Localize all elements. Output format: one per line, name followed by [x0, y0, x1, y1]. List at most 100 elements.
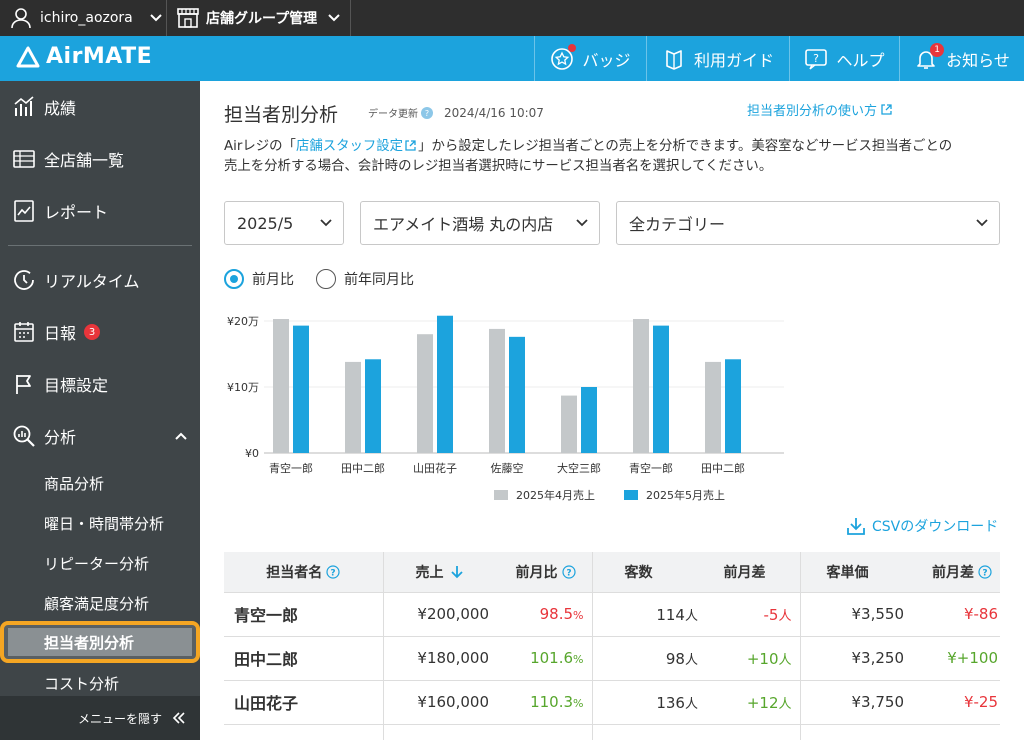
sidebar-label: 全店舗一覧 [44, 151, 125, 170]
radio-prev-year[interactable]: 前年同月比 [316, 269, 414, 289]
x-tick-label: 青空一郎 [629, 461, 673, 475]
update-label: データ更新 [368, 109, 418, 120]
sidebar-item-daily[interactable]: 日報 3 [0, 306, 200, 358]
cell-unit-price: ¥3,750 [799, 680, 910, 725]
clock-icon [12, 268, 36, 292]
store-staff-setting-link[interactable]: 店舗スタッフ設定 [296, 139, 403, 154]
account-menu[interactable]: ichiro_aozora [10, 0, 163, 36]
sidebar-sub-repeater[interactable]: リピーター分析 [44, 553, 149, 574]
bar-april [633, 319, 649, 453]
table-header-row: 担当者名? 売上 前月比? 客数 前月差 客単価 前月差? [224, 552, 1000, 593]
sidebar-sub-product[interactable]: 商品分析 [44, 473, 104, 494]
page-description: Airレジの「店舗スタッフ設定 」から設定したレジ担当者ごとの売上を分析できます。… [224, 137, 1004, 177]
table-row[interactable]: 青空一郎 ¥200,000 98.5% 114人 -5人 ¥3,550 ¥-86 [224, 592, 1000, 637]
bar-may [653, 325, 669, 453]
cell-staff-name: 山田花子 [224, 680, 383, 725]
cell-unit-price: ¥3,550 [799, 592, 910, 637]
nav-guide-label: 利用ガイド [693, 50, 774, 70]
sidebar-sub-cost[interactable]: コスト分析 [44, 673, 119, 694]
cell-ratio: 101.6% [493, 636, 592, 681]
sidebar-label: リアルタイム [44, 272, 140, 291]
desc-line1: 」から設定したレジ担当者ごとの売上を分析できます。美容室などサービス担当者ごとの [418, 139, 953, 154]
table-row[interactable] [224, 724, 1000, 740]
col-header-customers[interactable]: 客数 [591, 552, 702, 593]
badge-star-icon [550, 43, 577, 71]
sidebar-sub-staff-active[interactable]: 担当者別分析 [0, 621, 200, 663]
cell-customer-diff: -5人 [702, 592, 800, 637]
svg-text:?: ? [425, 109, 429, 118]
page-title: 担当者別分析 [224, 104, 339, 126]
cell-customers: 136人 [591, 680, 702, 725]
sidebar-item-goal[interactable]: 目標設定 [0, 358, 200, 410]
help-circle-icon[interactable]: ? [978, 565, 992, 579]
help-circle-icon[interactable]: ? [421, 106, 433, 119]
desc-prefix: Airレジの「 [224, 139, 296, 154]
sidebar-sub-weekday-time[interactable]: 曜日・時間帯分析 [44, 513, 164, 534]
x-tick-label: 田中二郎 [701, 461, 745, 475]
cell-sales: ¥200,000 [382, 592, 493, 637]
bar-may [725, 359, 741, 453]
col-header-unit-price[interactable]: 客単価 [799, 552, 910, 593]
bar-april [561, 395, 577, 453]
sidebar-item-performance[interactable]: 成績 [0, 81, 200, 133]
month-select[interactable]: 2025/5 [224, 201, 344, 245]
hide-menu-bar[interactable]: メニューを隠す [0, 696, 200, 740]
howto-link[interactable]: 担当者別分析の使い方 [747, 100, 892, 119]
x-tick-label: 青空一郎 [269, 461, 313, 475]
sidebar-sub-satisfaction[interactable]: 顧客満足度分析 [44, 593, 149, 614]
sidebar-item-analysis[interactable]: 分析 [0, 410, 200, 462]
csv-download-link[interactable]: CSVのダウンロード [846, 516, 998, 536]
external-link-icon [881, 104, 892, 115]
col-header-ratio: 前月比? [493, 552, 592, 593]
nav-guide[interactable]: 利用ガイド [646, 36, 789, 81]
staff-analysis-table: 担当者名? 売上 前月比? 客数 前月差 客単価 前月差? 青空一郎 ¥200,0… [224, 552, 1000, 740]
sort-arrow-down-icon [450, 565, 463, 579]
sidebar-item-report[interactable]: レポート [0, 185, 200, 237]
sidebar-label: レポート [44, 203, 109, 222]
chevron-down-icon [320, 219, 332, 227]
table-row[interactable]: 田中二郎 ¥180,000 101.6% 98人 +10人 ¥3,250 ¥+100 [224, 636, 1000, 681]
bar-may [509, 336, 525, 453]
x-tick-label: 田中二郎 [341, 461, 385, 475]
logo-triangle-icon [16, 46, 40, 67]
nav-notice[interactable]: 1 お知らせ [899, 36, 1024, 81]
report-icon [12, 199, 36, 223]
x-tick-label: 佐藤空 [491, 461, 524, 475]
airmate-logo[interactable]: AirMATE [16, 44, 152, 69]
cell-customers: 98人 [591, 636, 702, 681]
radio-button-selected[interactable] [224, 269, 244, 289]
chevron-down-icon [150, 14, 162, 22]
table-row[interactable]: 山田花子 ¥160,000 110.3% 136人 +12人 ¥3,750 ¥-25 [224, 680, 1000, 725]
radio-prev-month[interactable]: 前月比 [224, 269, 294, 289]
store-group-menu[interactable]: 店舗グループ管理 [176, 0, 341, 36]
nav-help[interactable]: ? ヘルプ [789, 36, 899, 81]
category-value: 全カテゴリー [629, 215, 726, 234]
nav-badge[interactable]: バッジ [534, 36, 646, 81]
cell-unit-diff: ¥+100 [910, 636, 1000, 681]
col-header-customer-diff: 前月差 [702, 552, 800, 593]
chevron-down-icon [976, 219, 988, 227]
store-icon [177, 8, 199, 28]
external-link-icon [405, 140, 416, 151]
sidebar-item-realtime[interactable]: リアルタイム [0, 254, 200, 306]
chevron-up-icon[interactable] [174, 430, 188, 442]
legend-swatch [624, 490, 638, 500]
bar-may [437, 315, 453, 453]
sidebar-sub-staff-label: 担当者別分析 [44, 634, 135, 652]
y-tick-label: ¥20万 [227, 315, 259, 328]
chevron-down-icon [576, 219, 588, 227]
month-value: 2025/5 [237, 213, 294, 233]
radio-button[interactable] [316, 269, 336, 289]
bar-may [365, 359, 381, 453]
cell-staff-name: 田中二郎 [224, 636, 383, 681]
radio-label: 前年同月比 [344, 272, 414, 288]
col-header-sales-sort[interactable]: 売上 [382, 552, 493, 593]
store-select[interactable]: エアメイト酒場 丸の内店 [360, 201, 600, 245]
help-circle-icon[interactable]: ? [326, 565, 340, 579]
bar-may [293, 325, 309, 453]
sidebar-item-all-stores[interactable]: 全店舗一覧 [0, 133, 200, 185]
category-select[interactable]: 全カテゴリー [616, 201, 1000, 245]
sidebar-divider [8, 245, 192, 246]
help-circle-icon[interactable]: ? [561, 565, 576, 579]
csv-download-label: CSVのダウンロード [872, 519, 999, 535]
